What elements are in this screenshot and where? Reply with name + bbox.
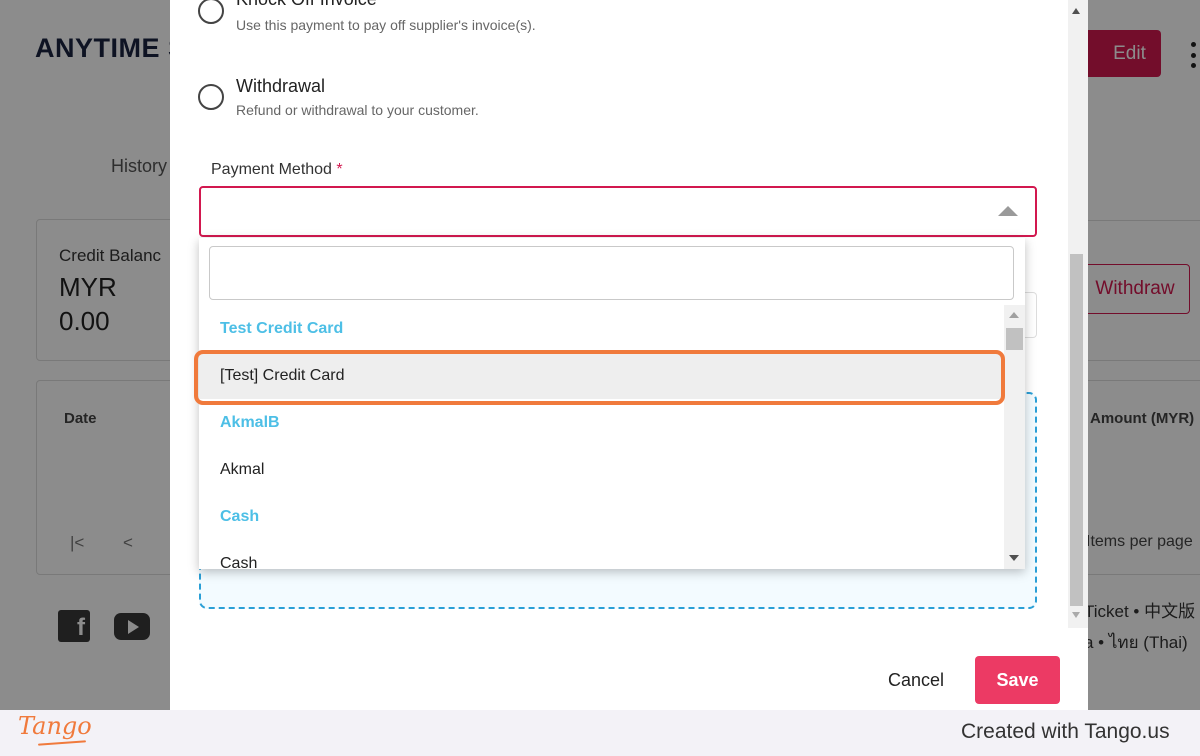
payment-method-select[interactable] [199,186,1037,237]
option-desc-withdrawal: Refund or withdrawal to your customer. [236,102,479,118]
modal-scrollbar[interactable] [1068,0,1088,628]
dropdown-list: Test Credit Card [Test] Credit Card Akma… [199,305,1001,569]
hidden-input-edge [1025,292,1037,338]
option-desc-knock-off: Use this payment to pay off supplier's i… [236,17,536,33]
save-button[interactable]: Save [975,656,1060,704]
scroll-up-icon[interactable] [1072,8,1080,14]
option-cash[interactable]: Cash [199,540,1001,569]
group-label: Test Credit Card [220,320,344,337]
required-marker: * [336,161,343,178]
scroll-down-icon[interactable] [1009,555,1019,561]
payment-method-label-text: Payment Method [211,161,332,178]
payment-method-label: Payment Method * [211,161,343,179]
scroll-down-icon[interactable] [1072,612,1080,618]
dropdown-scrollbar[interactable] [1004,305,1025,569]
tango-logo: Tango [18,712,92,740]
cancel-button[interactable]: Cancel [880,660,952,700]
dropdown-caret-icon[interactable] [998,206,1018,216]
click-highlight [194,350,1005,405]
scrollbar-thumb[interactable] [1070,254,1083,606]
scroll-up-icon[interactable] [1009,312,1019,318]
group-label: Cash [220,508,260,525]
option-akmal[interactable]: Akmal [199,446,1001,493]
created-with-text: Created with Tango.us [961,720,1170,743]
option-title-withdrawal: Withdrawal [236,76,326,96]
group-label: AkmalB [220,414,280,431]
scrollbar-thumb[interactable] [1006,328,1023,350]
dropdown-search-input[interactable] [209,246,1014,300]
option-title-knock-off: Knock Off Invoice [236,0,377,10]
radio-withdrawal[interactable] [198,84,224,110]
